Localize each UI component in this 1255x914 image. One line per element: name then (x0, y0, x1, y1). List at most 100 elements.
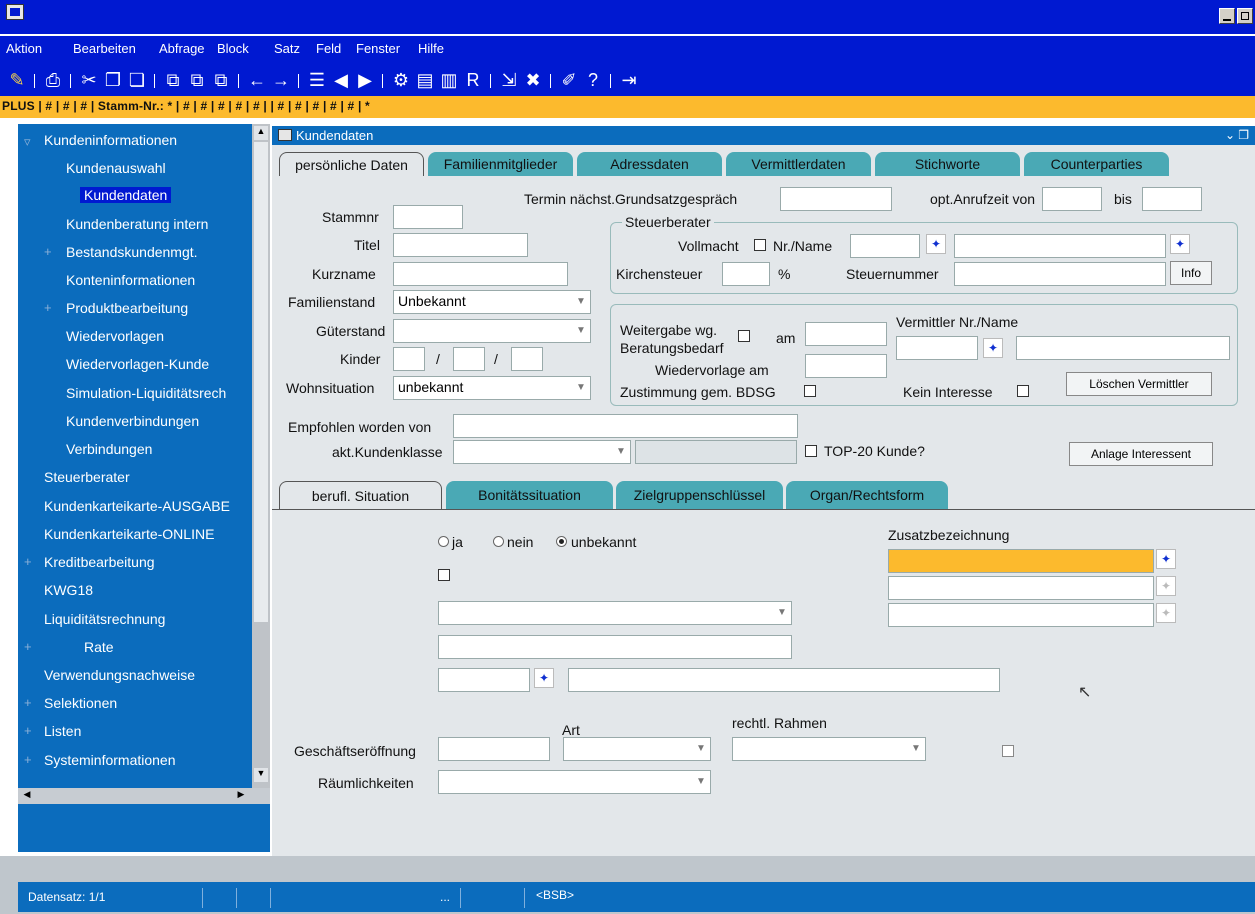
wiedervorlage-input[interactable] (805, 354, 887, 378)
save-icon[interactable]: ✎ (6, 69, 28, 91)
steuerberater-name-input[interactable] (954, 234, 1166, 258)
art-select[interactable]: ▼ (563, 737, 711, 761)
tab-familienmitglieder[interactable]: Familienmitglieder (428, 152, 573, 176)
kundenklasse-select[interactable]: ▼ (453, 440, 631, 464)
nav-item-kundeninformationen[interactable]: Kundeninformationen (44, 132, 177, 148)
expand-icon[interactable]: + (24, 695, 32, 710)
weitergabe-checkbox[interactable] (738, 330, 750, 342)
menu-hilfe[interactable]: Hilfe (418, 41, 444, 56)
execute-query-icon[interactable]: ⧉ (186, 69, 208, 91)
raeumlichkeiten-select[interactable]: ▼ (438, 770, 711, 794)
menu-satz[interactable]: Satz (274, 41, 300, 56)
help-icon[interactable]: ? (582, 69, 604, 91)
expand-icon[interactable]: + (24, 639, 32, 654)
anlage-interessent-button[interactable]: Anlage Interessent (1069, 442, 1213, 466)
cut-icon[interactable]: ✂ (78, 69, 100, 91)
weitergabe-datum-input[interactable] (805, 322, 887, 346)
nav-item-wiedervorlagen-kunde[interactable]: Wiedervorlagen-Kunde (66, 356, 209, 372)
anrufzeit-von-input[interactable] (1042, 187, 1102, 211)
scroll-right-icon[interactable]: ▶ (234, 789, 248, 803)
zusatz-lov-button-3[interactable]: ✦ (1156, 603, 1176, 623)
menu-fenster[interactable]: Fenster (356, 41, 400, 56)
nav-item-kundenauswahl[interactable]: Kundenauswahl (66, 160, 166, 176)
app-icon[interactable] (6, 4, 24, 20)
previous-record-icon[interactable]: ◀ (330, 69, 352, 91)
titel-input[interactable] (393, 233, 528, 257)
edit-icon[interactable]: ✐ (558, 69, 580, 91)
restore-panel-icon[interactable]: ❐ (1238, 128, 1249, 142)
tab-berufl-situation[interactable]: berufl. Situation (279, 481, 442, 509)
nav-item-selektionen[interactable]: Selektionen (44, 695, 117, 711)
expand-icon[interactable]: + (24, 554, 32, 569)
loeschen-vermittler-button[interactable]: Löschen Vermittler (1066, 372, 1212, 396)
radio-ja[interactable] (438, 536, 449, 547)
nav-item-rate[interactable]: Rate (84, 639, 114, 655)
insert-record-icon[interactable]: ⇲ (498, 69, 520, 91)
steuerberater-nr-input[interactable] (850, 234, 920, 258)
zusatzbezeichnung-input-1[interactable] (888, 549, 1154, 573)
nav-item-steuerberater[interactable]: Steuerberater (44, 469, 130, 485)
chevron-down-icon[interactable]: ▼ (574, 293, 588, 311)
beruf-text-input[interactable] (438, 635, 792, 659)
vermittler-name-input[interactable] (1016, 336, 1230, 360)
rahmen-checkbox[interactable] (1002, 745, 1014, 757)
nav-item-kreditbearbeitung[interactable]: Kreditbearbeitung (44, 554, 155, 570)
chevron-down-icon[interactable]: ▼ (694, 773, 708, 791)
zusatzbezeichnung-input-2[interactable] (888, 576, 1154, 600)
nav-item-konteninformationen[interactable]: Konteninformationen (66, 272, 195, 288)
radio-nein[interactable] (493, 536, 504, 547)
expand-icon[interactable]: + (24, 752, 32, 767)
nav-item-kundenverbindungen[interactable]: Kundenverbindungen (66, 413, 199, 429)
tab-adressdaten[interactable]: Adressdaten (577, 152, 722, 176)
anrufzeit-bis-input[interactable] (1142, 187, 1202, 211)
arbeitgeber-nr-input[interactable] (438, 668, 530, 692)
expand-icon[interactable]: + (44, 244, 52, 259)
beruf-select[interactable]: ▼ (438, 601, 792, 625)
query-icon[interactable]: ⧉ (162, 69, 184, 91)
zusatz-lov-button-1[interactable]: ✦ (1156, 549, 1176, 569)
document-icon[interactable]: ▤ (414, 69, 436, 91)
tools-icon[interactable]: ⚙ (390, 69, 412, 91)
kinder-input-3[interactable] (511, 347, 543, 371)
zusatz-lov-button-2[interactable]: ✦ (1156, 576, 1176, 596)
nav-item-karteikarte-ausgabe[interactable]: Kundenkarteikarte-AUSGABE (44, 498, 230, 514)
cancel-query-icon[interactable]: ⧉ (210, 69, 232, 91)
nav-item-bestandskunden[interactable]: Bestandskundenmgt. (66, 244, 198, 260)
scroll-up-icon[interactable]: ▲ (254, 126, 268, 140)
nav-item-karteikarte-online[interactable]: Kundenkarteikarte-ONLINE (44, 526, 214, 542)
nav-item-listen[interactable]: Listen (44, 723, 81, 739)
expand-icon[interactable]: + (24, 723, 32, 738)
tab-bonitaetssituation[interactable]: Bonitätssituation (446, 481, 613, 509)
arbeitgeber-lov-button[interactable]: ✦ (534, 668, 554, 688)
kurzname-input[interactable] (393, 262, 568, 286)
menu-block[interactable]: Block (217, 41, 249, 56)
copy-icon[interactable]: ❐ (102, 69, 124, 91)
report-icon[interactable]: R (462, 69, 484, 91)
gueterstand-select[interactable]: ▼ (393, 319, 591, 343)
vermittler-lov-button[interactable]: ✦ (983, 338, 1003, 358)
chart-icon[interactable]: ▥ (438, 69, 460, 91)
nav-item-kwg18[interactable]: KWG18 (44, 582, 93, 598)
vollmacht-checkbox[interactable] (754, 239, 766, 251)
next-record-icon[interactable]: ▶ (354, 69, 376, 91)
chevron-down-icon[interactable]: ▼ (694, 740, 708, 758)
kein-interesse-checkbox[interactable] (1017, 385, 1029, 397)
maximize-button[interactable] (1237, 8, 1253, 24)
nav-item-kundendaten[interactable]: Kundendaten (80, 187, 172, 203)
arbeitgeber-name-input[interactable] (568, 668, 1000, 692)
tab-zielgruppenschluessel[interactable]: Zielgruppenschlüssel (616, 481, 783, 509)
steuerberater-lov-button[interactable]: ✦ (926, 234, 946, 254)
info-button[interactable]: Info (1170, 261, 1212, 285)
termin-input[interactable] (780, 187, 892, 211)
menu-abfrage[interactable]: Abfrage (159, 41, 205, 56)
rechtl-rahmen-select[interactable]: ▼ (732, 737, 926, 761)
chevron-down-icon[interactable]: ▼ (574, 322, 588, 340)
menu-bearbeiten[interactable]: Bearbeiten (73, 41, 136, 56)
scroll-left-icon[interactable]: ◀ (20, 789, 34, 803)
list-icon[interactable]: ☰ (306, 69, 328, 91)
minimize-button[interactable] (1219, 8, 1235, 24)
familienstand-select[interactable]: Unbekannt ▼ (393, 290, 591, 314)
top20-checkbox[interactable] (805, 445, 817, 457)
chevron-down-icon[interactable]: ▼ (574, 379, 588, 397)
expand-icon[interactable]: + (44, 300, 52, 315)
